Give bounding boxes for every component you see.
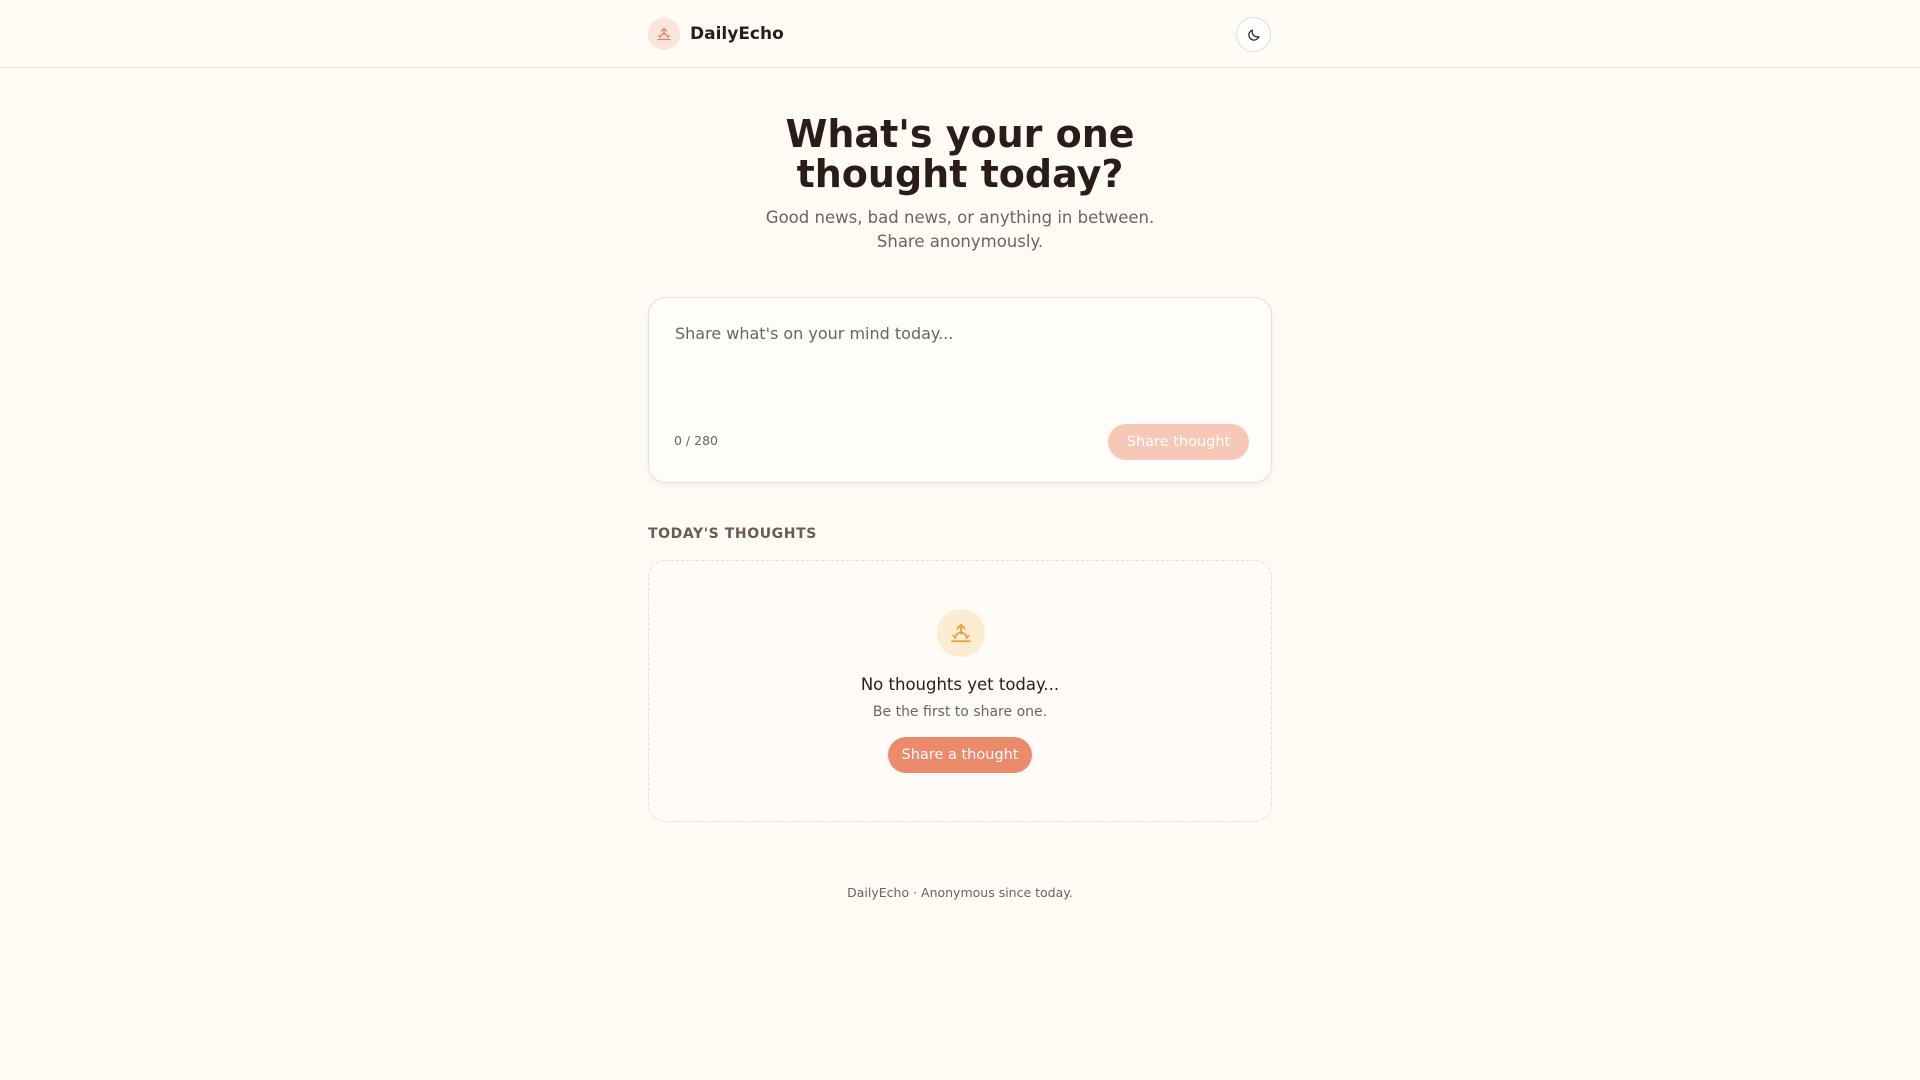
theme-toggle-button[interactable] [1236, 17, 1271, 52]
moon-icon [1247, 28, 1261, 42]
top-navbar: DailyEcho [0, 0, 1920, 68]
char-counter: 0 / 280 [674, 433, 718, 448]
sunrise-icon [648, 18, 680, 50]
footer: DailyEcho · Anonymous since today. [847, 885, 1073, 900]
share-thought-button[interactable]: Share thought [1108, 424, 1249, 460]
hero: What's your one thought today? Good news… [648, 114, 1272, 254]
brand-name: DailyEcho [690, 24, 784, 44]
brand[interactable]: DailyEcho [648, 18, 784, 50]
page-subtitle: Good news, bad news, or anything in betw… [765, 208, 1155, 251]
thought-input[interactable] [673, 322, 1249, 412]
thought-composer: 0 / 280 Share thought [648, 297, 1272, 483]
sunrise-icon [937, 609, 985, 657]
section-title: TODAY'S THOUGHTS [648, 526, 817, 542]
share-a-thought-button[interactable]: Share a thought [888, 737, 1032, 773]
empty-state-title: No thoughts yet today... [860, 675, 1060, 694]
page-title: What's your one thought today? [785, 112, 1135, 196]
empty-state-subtitle: Be the first to share one. [872, 704, 1048, 720]
empty-state: No thoughts yet today... Be the first to… [648, 560, 1272, 822]
